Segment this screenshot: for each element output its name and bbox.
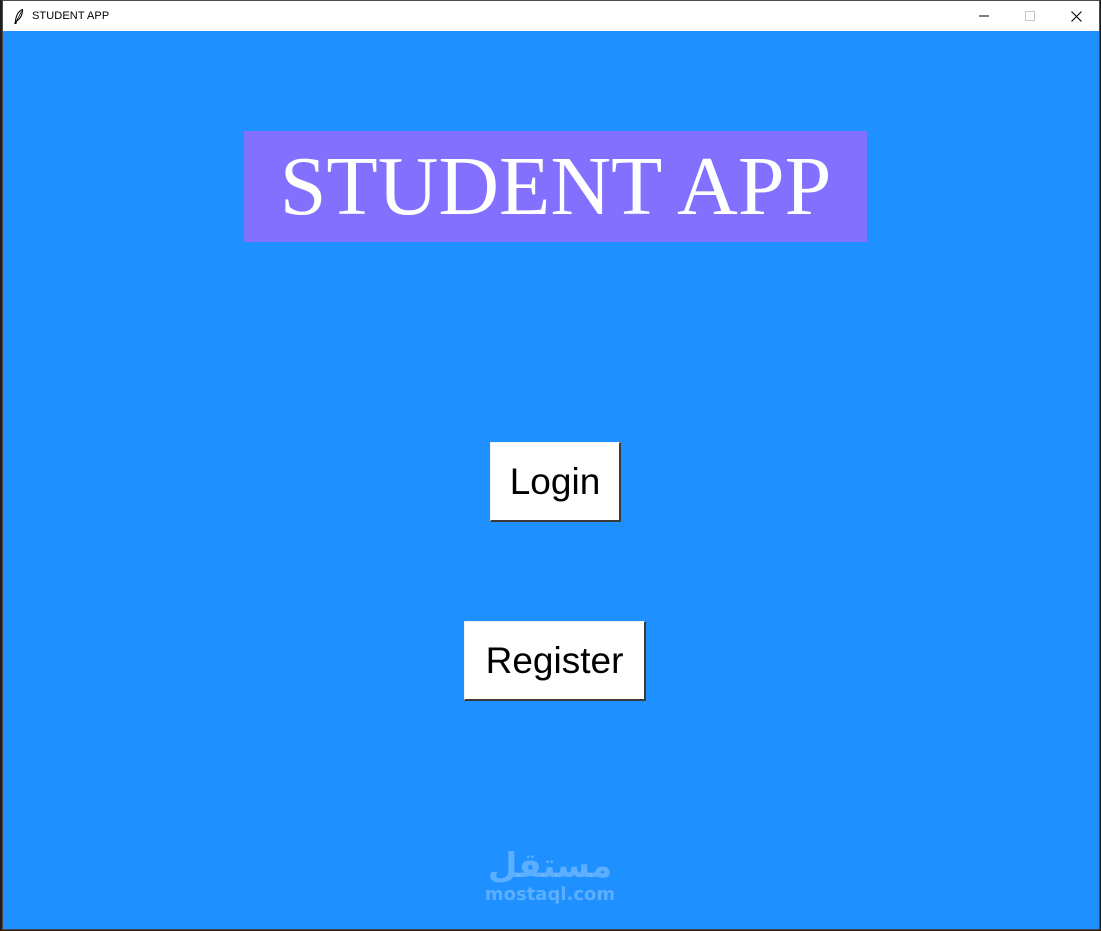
watermark-site: mostaql.com xyxy=(484,884,616,905)
register-button[interactable]: Register xyxy=(464,621,646,701)
app-window: STUDENT APP STUDENT APP Login Register م… xyxy=(2,0,1100,930)
page-title: STUDENT APP xyxy=(244,131,867,242)
close-icon xyxy=(1070,10,1082,22)
minimize-button[interactable] xyxy=(961,1,1007,31)
maximize-icon xyxy=(1025,11,1035,21)
maximize-button[interactable] xyxy=(1007,1,1053,31)
close-button[interactable] xyxy=(1053,1,1099,31)
watermark-logo: مستقل xyxy=(487,846,613,886)
main-content: STUDENT APP Login Register مستقل mostaql… xyxy=(3,31,1099,929)
watermark: مستقل mostaql.com xyxy=(465,846,635,906)
feather-icon xyxy=(12,8,26,24)
login-button[interactable]: Login xyxy=(490,442,621,522)
minimize-icon xyxy=(979,15,989,17)
window-title: STUDENT APP xyxy=(32,10,110,22)
title-bar[interactable]: STUDENT APP xyxy=(3,1,1099,31)
window-controls xyxy=(961,1,1099,31)
